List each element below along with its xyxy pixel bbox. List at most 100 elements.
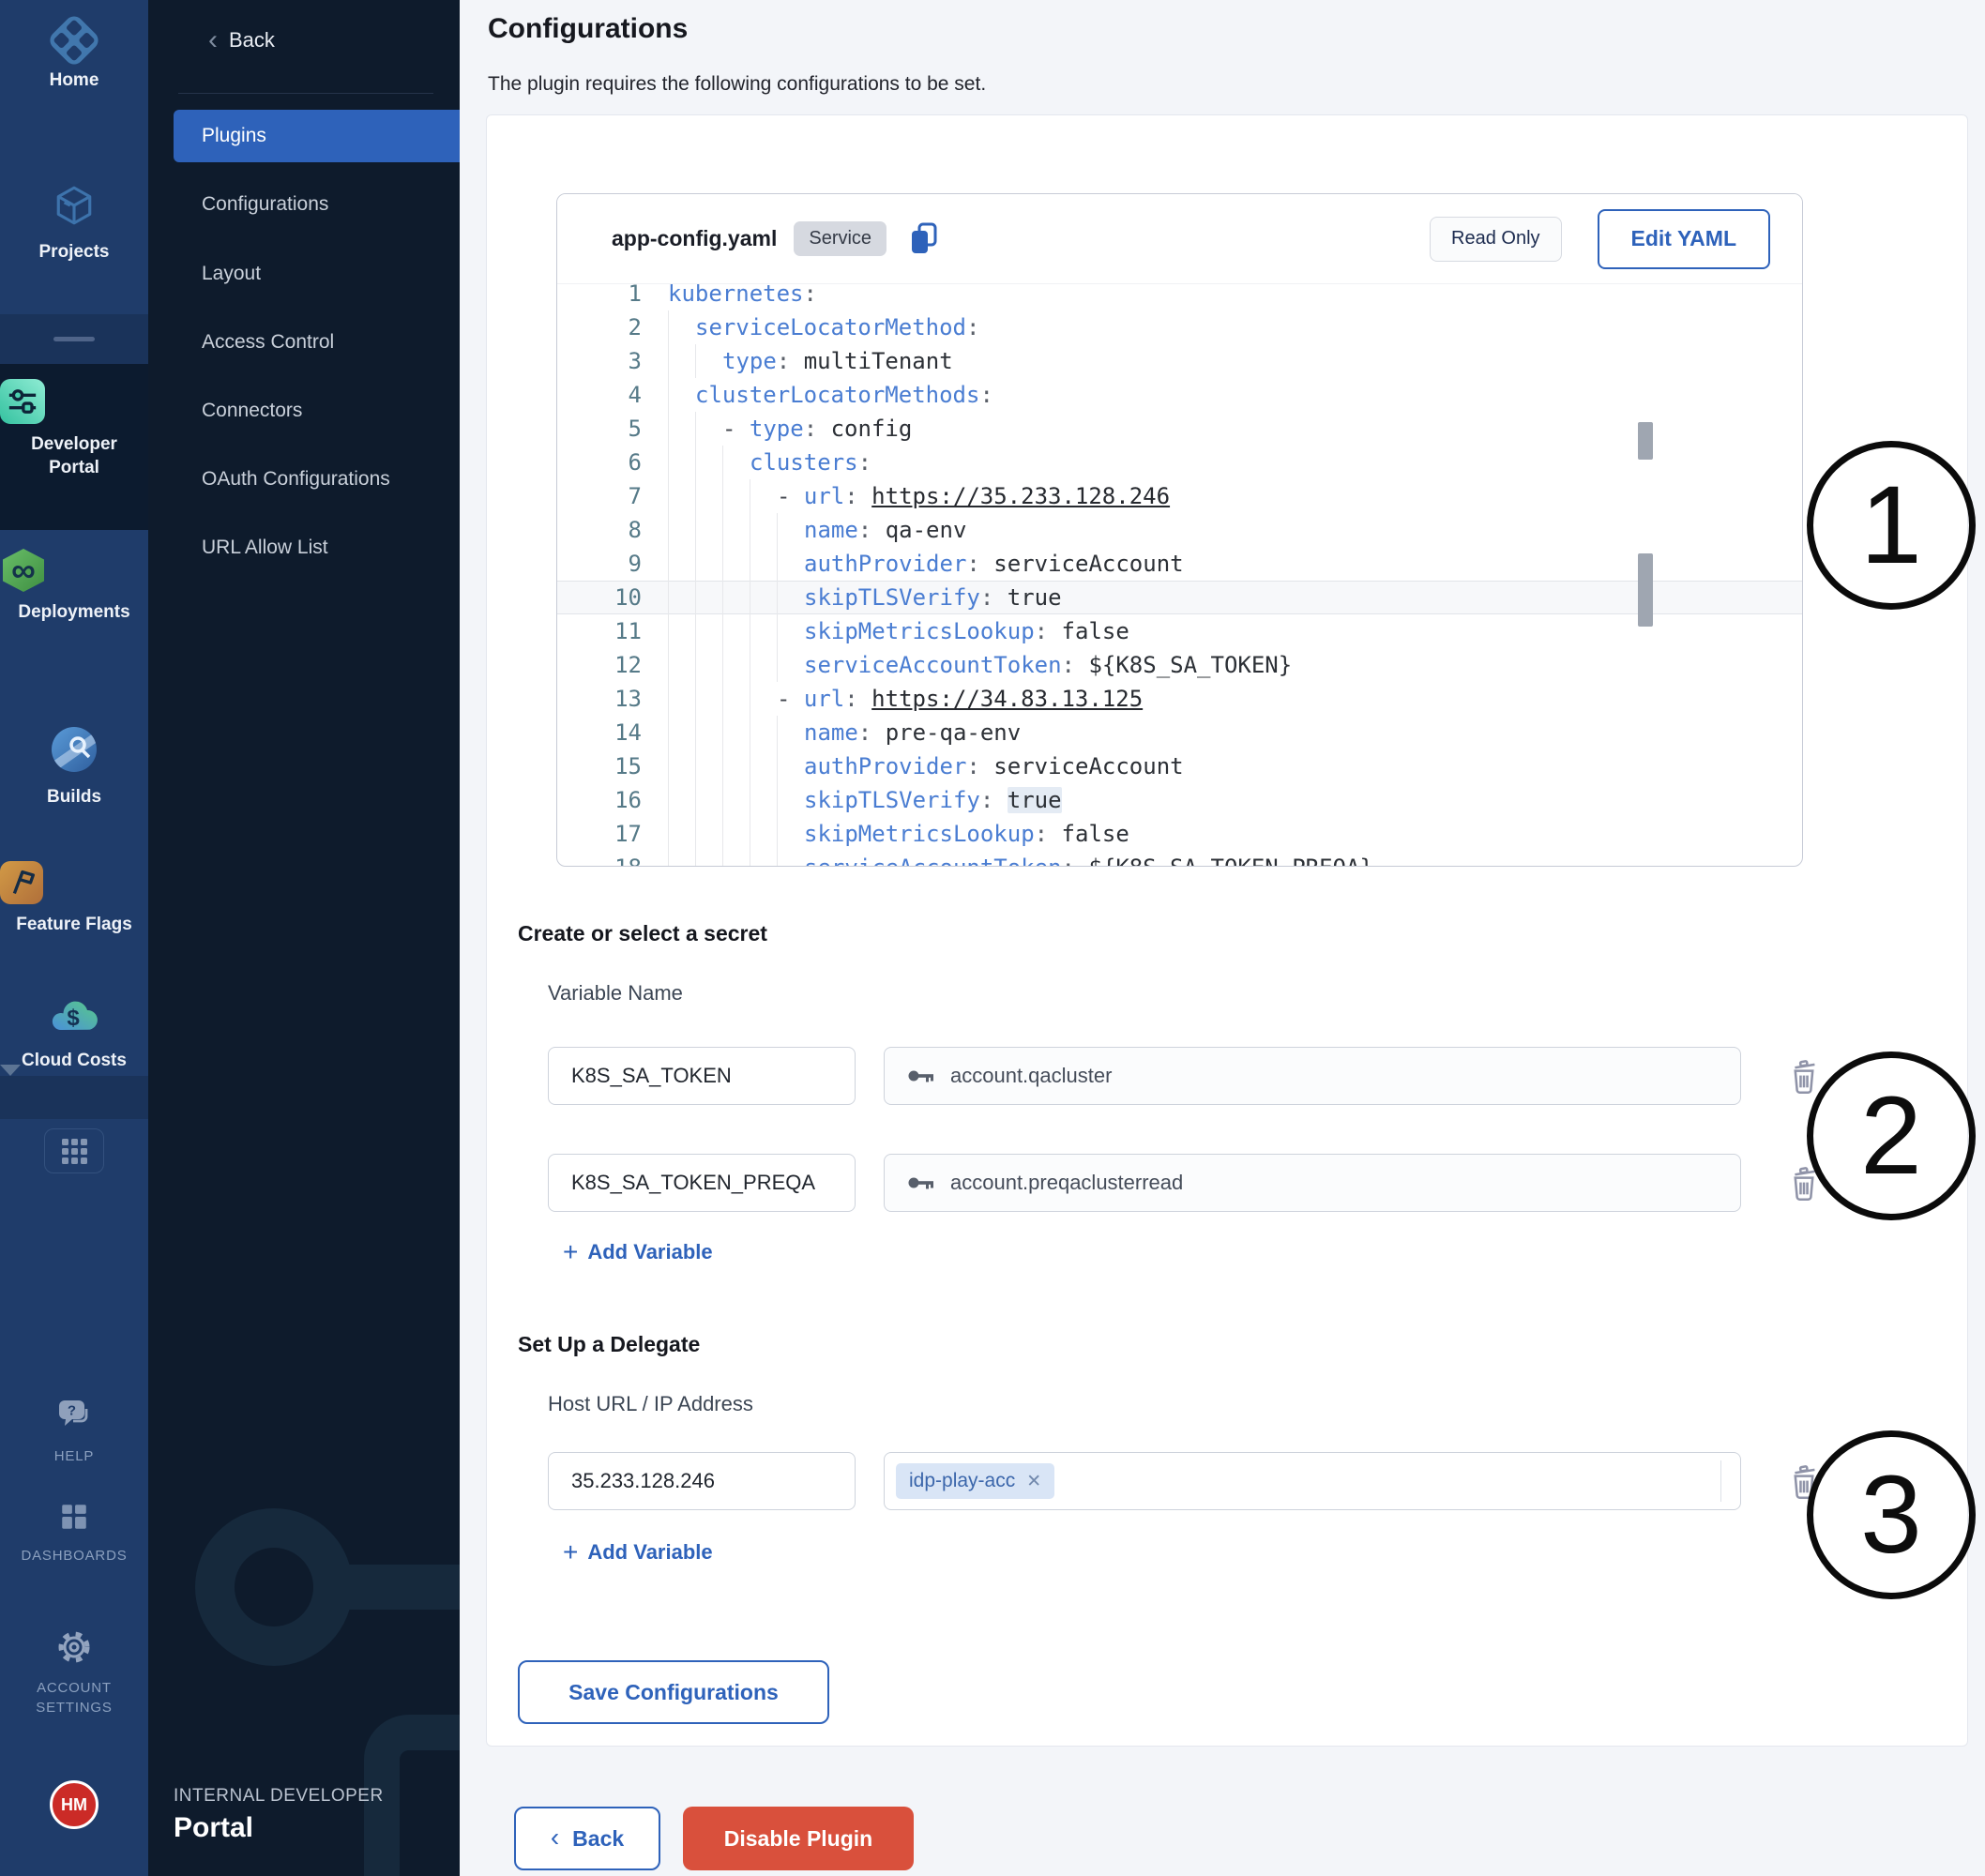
yaml-code-line: 17skipMetricsLookup: false	[557, 817, 1802, 851]
line-number: 2	[557, 310, 668, 344]
add-variable-button[interactable]: + Add Variable	[563, 1540, 713, 1565]
secret-value: account.qacluster	[950, 1064, 1112, 1088]
sidebar-item-help[interactable]: ? HELP	[0, 1398, 148, 1466]
yaml-code-line: 13- url: https://34.83.13.125	[557, 682, 1802, 716]
annotation-circle-1: 1	[1807, 441, 1976, 610]
delete-row-button[interactable]	[1788, 1058, 1820, 1096]
back-link[interactable]: ‹ Back	[208, 26, 275, 54]
scrollbar-thumb[interactable]	[1638, 553, 1653, 627]
scrollbar-thumb[interactable]	[1638, 422, 1653, 460]
yaml-code-line: 16skipTLSVerify: true	[557, 783, 1802, 817]
add-variable-button[interactable]: + Add Variable	[563, 1240, 713, 1264]
rail-item-label: DASHBOARDS	[0, 1546, 148, 1566]
sidebar-item-configurations[interactable]: Configurations	[202, 180, 328, 229]
decorative-ring	[195, 1508, 353, 1666]
remove-tag-icon[interactable]: ✕	[1026, 1471, 1041, 1492]
delegate-tags-field[interactable]: idp-play-acc ✕	[884, 1452, 1741, 1510]
edit-yaml-button[interactable]: Edit YAML	[1598, 209, 1770, 269]
yaml-code-line: 10skipTLSVerify: true	[557, 581, 1802, 614]
sidebar-item-oauth-configurations[interactable]: OAuth Configurations	[202, 455, 390, 504]
yaml-code-line: 6clusters:	[557, 446, 1802, 479]
line-number: 16	[557, 783, 668, 817]
chevron-down-icon	[0, 1065, 21, 1092]
yaml-code-line: 1kubernetes:	[557, 284, 1802, 310]
line-number: 9	[557, 547, 668, 581]
rail-item-label: Feature Flags	[0, 913, 148, 936]
host-url-input[interactable]	[548, 1452, 856, 1510]
line-number: 12	[557, 648, 668, 682]
yaml-filename: app-config.yaml	[612, 226, 777, 251]
secret-section-title: Create or select a secret	[518, 921, 767, 946]
svg-text:$: $	[67, 1006, 80, 1031]
yaml-code-line: 11skipMetricsLookup: false	[557, 614, 1802, 648]
line-number: 13	[557, 682, 668, 716]
sidebar-item-plugins[interactable]: Plugins	[174, 110, 460, 162]
yaml-code-line: 15authProvider: serviceAccount	[557, 749, 1802, 783]
secret-select[interactable]: account.preqaclusterread	[884, 1154, 1741, 1212]
cloud-costs-icon: $	[48, 994, 100, 1036]
rail-scroll-more[interactable]	[0, 1076, 148, 1119]
annotation-circle-3: 3	[1807, 1430, 1976, 1599]
user-avatar[interactable]: HM	[50, 1780, 98, 1829]
save-configurations-button[interactable]: Save Configurations	[518, 1660, 829, 1724]
yaml-code-line: 18serviceAccountToken: ${K8S_SA_TOKEN_PR…	[557, 851, 1802, 866]
yaml-code-line: 3type: multiTenant	[557, 344, 1802, 378]
line-number: 11	[557, 614, 668, 648]
developer-portal-icon	[0, 379, 45, 424]
yaml-code-line: 8name: qa-env	[557, 513, 1802, 547]
sidebar-item-connectors[interactable]: Connectors	[202, 386, 302, 435]
rail-item-label: Home	[0, 68, 148, 92]
rail-item-label: Projects	[0, 240, 148, 264]
sidebar-item-deployments[interactable]: ∞ Deployments	[0, 549, 148, 624]
footer-back-button[interactable]: ‹ Back	[514, 1807, 660, 1870]
brand-eyebrow: INTERNAL DEVELOPER	[174, 1786, 384, 1807]
host-url-label: Host URL / IP Address	[548, 1392, 753, 1416]
line-number: 17	[557, 817, 668, 851]
line-number: 6	[557, 446, 668, 479]
line-number: 10	[557, 581, 668, 614]
sidebar-item-url-allow-list[interactable]: URL Allow List	[202, 523, 328, 572]
sidebar-item-layout[interactable]: Layout	[202, 250, 261, 298]
line-number: 7	[557, 479, 668, 513]
service-badge: Service	[794, 221, 886, 256]
sidebar-item-account-settings[interactable]: ACCOUNT SETTINGS	[0, 1628, 148, 1717]
variable-name-input[interactable]	[548, 1047, 856, 1105]
sidebar-item-home[interactable]: Home	[0, 15, 148, 92]
help-chat-icon: ?	[54, 1398, 94, 1433]
yaml-code-line: 9authProvider: serviceAccount	[557, 547, 1802, 581]
sidebar-item-developer-portal[interactable]: Developer Portal	[0, 379, 148, 479]
variable-name-input[interactable]	[548, 1154, 856, 1212]
yaml-code-area[interactable]: 1kubernetes:2serviceLocatorMethod:3type:…	[557, 284, 1802, 866]
plus-icon: +	[563, 1542, 578, 1563]
yaml-code-line: 4clusterLocatorMethods:	[557, 378, 1802, 412]
chevron-left-icon: ‹	[551, 1823, 559, 1853]
brand: INTERNAL DEVELOPER Portal	[174, 1786, 384, 1844]
dashboards-icon	[58, 1501, 90, 1533]
line-number: 5	[557, 412, 668, 446]
field-divider	[1720, 1460, 1721, 1502]
delegate-section-title: Set Up a Delegate	[518, 1332, 700, 1357]
copy-icon[interactable]	[909, 222, 939, 256]
rail-item-label: Deployments	[0, 600, 148, 624]
sidebar-item-feature-flags[interactable]: Feature Flags	[0, 861, 148, 936]
rail-item-label: Developer Portal	[18, 432, 130, 479]
sidebar-item-dashboards[interactable]: DASHBOARDS	[0, 1501, 148, 1566]
sidebar-item-cloud-costs[interactable]: $ Cloud Costs	[0, 994, 148, 1072]
rail-item-label: Builds	[0, 785, 148, 809]
rail-item-label: ACCOUNT SETTINGS	[23, 1678, 126, 1717]
sidebar-item-builds[interactable]: Builds	[0, 727, 148, 809]
line-number: 3	[557, 344, 668, 378]
secret-select[interactable]: account.qacluster	[884, 1047, 1741, 1105]
page-title: Configurations	[488, 13, 688, 45]
feature-flags-icon	[0, 861, 43, 904]
disable-plugin-button[interactable]: Disable Plugin	[683, 1807, 914, 1870]
sidebar-item-projects[interactable]: Projects	[0, 184, 148, 264]
decorative-bar	[338, 1565, 460, 1610]
yaml-editor-header: app-config.yaml Service Read Only Edit Y…	[557, 194, 1802, 284]
module-grid-button[interactable]	[44, 1128, 104, 1173]
line-number: 14	[557, 716, 668, 749]
plugin-sidebar: ‹ Back Plugins Configurations Layout Acc…	[148, 0, 460, 1876]
gear-icon	[55, 1628, 93, 1666]
rail-collapse-strip[interactable]	[0, 314, 148, 364]
sidebar-item-access-control[interactable]: Access Control	[202, 318, 334, 367]
